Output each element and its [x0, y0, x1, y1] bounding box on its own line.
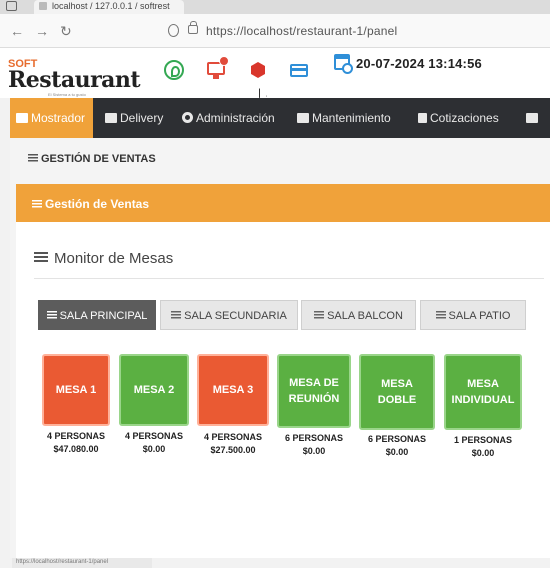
calculator-icon	[418, 113, 427, 123]
table-info-mesa-3: 4 PERSONAS $27.500.00	[191, 431, 275, 457]
table-info-mesa-doble: 6 PERSONAS $0.00	[355, 433, 439, 459]
table-amount: $27.500.00	[210, 445, 256, 455]
tab-overview-icon[interactable]	[6, 1, 17, 11]
tab-sala-balcon[interactable]: SALA BALCON	[301, 300, 416, 330]
logo[interactable]: SOFT Restaurant El Sistema a tu gusto	[8, 58, 141, 97]
table-people: 4 PERSONAS	[46, 431, 106, 441]
browser-tab-bar: localhost / 127.0.0.1 / softrest	[0, 0, 550, 14]
list-icon	[435, 311, 446, 319]
nav-item-cotizaciones[interactable]: Cotizaciones	[418, 98, 499, 138]
nav-item-mostrador[interactable]: Mostrador	[10, 98, 94, 138]
browser-tab[interactable]: localhost / 127.0.0.1 / softrest	[34, 0, 184, 14]
card-icon[interactable]	[290, 60, 310, 80]
table-name: MESA 1	[55, 384, 97, 396]
table-monitor-panel: Monitor de Mesas SALA PRINCIPAL SALA SEC…	[16, 222, 550, 558]
logo-restaurant-text: Restaurant	[8, 67, 141, 93]
calendar-clock-icon	[334, 54, 354, 74]
cube-icon[interactable]	[249, 60, 269, 80]
nav-item-more[interactable]	[526, 98, 541, 138]
main-nav: Mostrador Delivery Administración Manten…	[10, 98, 550, 138]
table-amount: $0.00	[302, 446, 326, 456]
back-arrow-icon[interactable]: ←	[10, 23, 24, 39]
table-amount: $0.00	[385, 447, 409, 457]
url-field[interactable]: https://localhost/restaurant-1/panel	[158, 19, 550, 43]
table-amount: $47.080.00	[53, 444, 99, 454]
breadcrumb: GESTIÓN DE VENTAS	[28, 153, 156, 165]
header-datetime: 20-07-2024 13:14:56	[356, 56, 482, 71]
tab-label: SALA BALCON	[327, 310, 403, 322]
table-people: 4 PERSONAS	[203, 432, 263, 442]
browser-status-bar: https://localhost/restaurant-1/panel	[12, 558, 152, 568]
divider	[34, 278, 544, 279]
table-people: 6 PERSONAS	[367, 434, 427, 444]
table-card-mesa-individual[interactable]: MESA INDIVIDUAL	[444, 354, 522, 430]
breadcrumb-label: GESTIÓN DE VENTAS	[41, 153, 156, 165]
section-title-label: Gestión de Ventas	[45, 197, 150, 211]
favicon-icon	[39, 2, 47, 10]
list-icon	[171, 311, 182, 319]
table-card-mesa-1[interactable]: MESA 1	[42, 354, 110, 426]
screen: localhost / 127.0.0.1 / softrest ← → ↻ h…	[0, 0, 550, 568]
shield-icon	[168, 24, 179, 37]
table-card-mesa-2[interactable]: MESA 2	[119, 354, 189, 426]
nav-item-label: Cotizaciones	[430, 111, 499, 125]
nav-item-label: Mantenimiento	[312, 111, 391, 125]
nav-item-administracion[interactable]: Administración	[182, 98, 275, 138]
table-info-mesa-1: 4 PERSONAS $47.080.00	[36, 430, 116, 456]
panel-title-label: Monitor de Mesas	[54, 250, 174, 267]
table-name: MESA DE REUNIÓN	[288, 377, 340, 405]
list-icon	[32, 200, 42, 208]
nav-item-label: Delivery	[120, 111, 164, 125]
gear-icon	[182, 112, 193, 123]
table-name: MESA 3	[212, 384, 254, 396]
table-people: 1 PERSONAS	[453, 435, 513, 445]
panel-title: Monitor de Mesas	[34, 250, 173, 267]
table-people: 4 PERSONAS	[124, 431, 184, 441]
table-card-mesa-doble[interactable]: MESA DOBLE	[359, 354, 435, 430]
forward-arrow-icon[interactable]: →	[35, 23, 49, 39]
table-info-mesa-2: 4 PERSONAS $0.00	[114, 430, 194, 456]
tab-sala-patio[interactable]: SALA PATIO	[420, 300, 526, 330]
monitor-icon	[526, 113, 538, 123]
table-card-mesa-de-reunion[interactable]: MESA DE REUNIÓN	[277, 354, 351, 428]
content-area: GESTIÓN DE VENTAS Gestión de Ventas Moni…	[10, 138, 550, 558]
table-info-mesa-de-reunion: 6 PERSONAS $0.00	[272, 432, 356, 458]
section-title: Gestión de Ventas	[32, 197, 149, 211]
tab-label: SALA PATIO	[448, 310, 511, 322]
nav-item-label: Mostrador	[31, 111, 86, 125]
whatsapp-icon[interactable]	[164, 60, 184, 80]
app-header: SOFT Restaurant El Sistema a tu gusto 20…	[0, 48, 550, 100]
nav-item-delivery[interactable]: Delivery	[105, 98, 163, 138]
list-icon	[46, 311, 57, 319]
reload-icon[interactable]: ↻	[60, 23, 72, 40]
tab-label: SALA PRINCIPAL	[59, 310, 148, 322]
url-text: https://localhost/restaurant-1/panel	[206, 24, 398, 38]
nav-item-mantenimiento[interactable]: Mantenimiento	[297, 98, 391, 138]
truck-icon	[105, 113, 117, 123]
tab-sala-principal[interactable]: SALA PRINCIPAL	[38, 300, 156, 330]
tab-sala-secundaria[interactable]: SALA SECUNDARIA	[160, 300, 298, 330]
folder-icon	[297, 113, 309, 123]
lock-icon	[188, 21, 198, 34]
table-amount: $0.00	[471, 448, 495, 458]
monitor-icon	[16, 113, 28, 123]
list-icon	[314, 311, 325, 319]
section-header: Gestión de Ventas	[16, 184, 550, 222]
nav-item-label: Administración	[196, 111, 275, 125]
tab-title: localhost / 127.0.0.1 / softrest	[52, 1, 170, 11]
table-name: MESA 2	[133, 384, 175, 396]
table-card-mesa-3[interactable]: MESA 3	[197, 354, 269, 426]
logo-tagline: El Sistema a tu gusto	[48, 92, 86, 97]
address-bar: ← → ↻ https://localhost/restaurant-1/pan…	[0, 14, 550, 48]
table-amount: $0.00	[142, 444, 166, 454]
list-icon	[34, 252, 48, 263]
tab-label: SALA SECUNDARIA	[184, 310, 287, 322]
table-people: 6 PERSONAS	[284, 433, 344, 443]
table-name: MESA INDIVIDUAL	[451, 378, 515, 406]
table-info-mesa-individual: 1 PERSONAS $0.00	[441, 434, 525, 460]
monitor-alert-icon[interactable]	[207, 56, 229, 80]
list-icon	[28, 154, 38, 162]
table-name: MESA DOBLE	[377, 378, 417, 406]
